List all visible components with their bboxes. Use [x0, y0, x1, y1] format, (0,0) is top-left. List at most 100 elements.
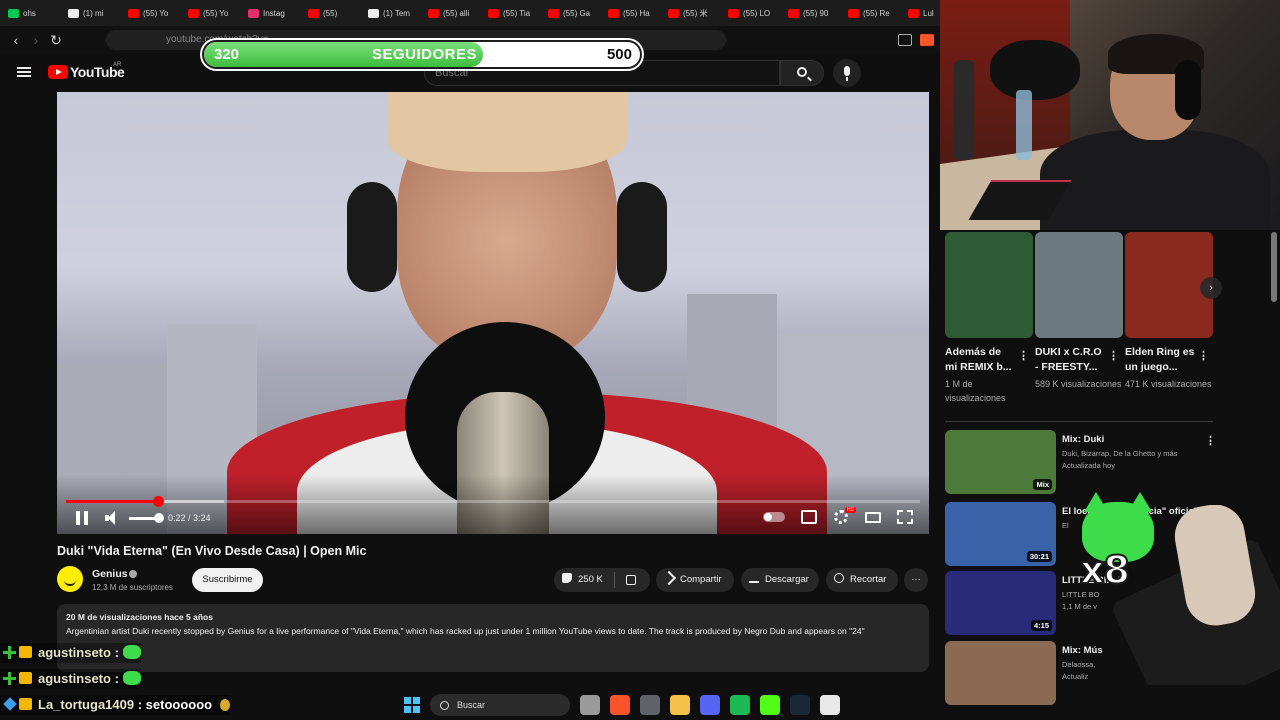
thumbs-down-icon[interactable] — [626, 575, 636, 585]
more-vert-icon[interactable]: ⋮ — [1198, 349, 1209, 362]
autoplay-toggle-icon[interactable] — [763, 512, 785, 522]
browser-tab[interactable]: Lul — [900, 0, 940, 26]
short-thumbnail[interactable] — [1035, 232, 1123, 338]
clip-button[interactable]: Recortar — [826, 568, 898, 592]
more-vert-icon[interactable]: ⋮ — [1205, 434, 1216, 447]
volume-slider[interactable] — [129, 513, 164, 523]
short-title[interactable]: Además de mi REMIX b... — [945, 345, 1015, 375]
tab-label: (55) Tia — [503, 8, 531, 18]
browser-tab[interactable]: (55) Tia — [480, 0, 540, 26]
tab-label: (55) Yo — [143, 8, 169, 18]
search-button[interactable] — [780, 60, 824, 86]
taskbar-search[interactable]: Buscar — [430, 694, 570, 716]
short-title[interactable]: DUKI x C.R.O - FREESTY... — [1035, 345, 1105, 375]
fullscreen-icon[interactable] — [897, 510, 913, 524]
browser-tab[interactable]: (55) alli — [420, 0, 480, 26]
forward-icon[interactable]: › — [26, 30, 46, 50]
video-thumbnail[interactable]: 4:15 — [945, 571, 1056, 635]
theater-mode-icon[interactable] — [865, 512, 881, 523]
screen: ohs (1) mi (55) Yo (55) Yo Instag (55) (1) Tem… — [0, 0, 1280, 720]
plus-badge-icon — [3, 672, 16, 685]
duration-badge: 4:15 — [1030, 620, 1052, 631]
tab-favicon-icon — [188, 8, 199, 18]
duration-badge: 30:21 — [1026, 551, 1052, 562]
hamburger-menu-icon[interactable] — [17, 67, 31, 77]
microphone-icon — [844, 66, 850, 81]
browser-tab[interactable]: Instag — [240, 0, 300, 26]
shorts-shelf: Además de mi REMIX b... ⋮ 1 M de visualiza… — [945, 232, 1215, 412]
browser-tab[interactable]: (55) Re — [840, 0, 900, 26]
chat-text: : — [114, 645, 119, 660]
subscribe-button[interactable]: Suscribirme — [192, 568, 263, 592]
short-card[interactable]: DUKI x C.R.O - FREESTY... ⋮ 589 K visualiz… — [1035, 232, 1123, 389]
search-icon — [797, 67, 807, 77]
video-thumbnail[interactable]: Mix — [945, 430, 1056, 494]
short-card[interactable]: Además de mi REMIX b... ⋮ 1 M de visualiza… — [945, 232, 1033, 403]
tab-label: (55) alli — [443, 8, 470, 18]
browser-tab[interactable]: (1) mi — [60, 0, 120, 26]
tab-favicon-icon — [68, 8, 79, 18]
reload-icon[interactable]: ↻ — [46, 30, 66, 50]
tab-favicon-icon — [128, 8, 139, 18]
back-icon[interactable]: ‹ — [6, 30, 26, 50]
crown-badge-icon — [19, 646, 32, 658]
share-label: Compartir — [680, 574, 722, 585]
country-code: AR — [113, 62, 122, 68]
steam-icon[interactable] — [790, 695, 810, 715]
more-vert-icon[interactable]: ⋮ — [1108, 349, 1119, 362]
browser-tab[interactable]: (55) 米 — [660, 0, 720, 26]
subtitles-icon[interactable] — [801, 510, 817, 524]
recommended-title[interactable]: Mix: Duki — [1062, 433, 1200, 446]
windows-start-icon[interactable] — [404, 697, 420, 713]
cast-icon[interactable] — [898, 34, 912, 46]
video-player[interactable]: 0:22 / 3:24 HD — [57, 92, 929, 534]
youtube-logo-icon[interactable] — [48, 65, 68, 79]
chevron-right-icon[interactable]: › — [1200, 277, 1222, 299]
browser-tab[interactable]: (55) Ha — [600, 0, 660, 26]
chat-message: agustinseto : — [0, 643, 141, 663]
follower-goal-bar: 320 SEGUIDORES 500 — [202, 40, 642, 69]
chrome-like-icon[interactable] — [640, 695, 660, 715]
tab-favicon-icon — [908, 8, 919, 18]
kick-icon[interactable] — [760, 695, 780, 715]
goal-target: 500 — [606, 46, 632, 63]
tab-favicon-icon — [548, 8, 559, 18]
folder-icon[interactable] — [670, 695, 690, 715]
discord-icon[interactable] — [700, 695, 720, 715]
video-thumbnail[interactable]: 30:21 — [945, 502, 1056, 566]
browser-tab[interactable]: (55) Ga — [540, 0, 600, 26]
scrollbar[interactable] — [1271, 232, 1277, 302]
volume-icon[interactable] — [105, 511, 119, 525]
browser-tab[interactable]: (55) Yo — [180, 0, 240, 26]
browser-tab[interactable]: (55) LO — [720, 0, 780, 26]
browser-tab[interactable]: (55) — [300, 0, 360, 26]
channel-avatar[interactable] — [57, 566, 83, 592]
seek-bar[interactable] — [66, 496, 920, 507]
calendar-icon[interactable] — [820, 695, 840, 715]
channel-name[interactable]: Genius — [92, 568, 128, 580]
file-explorer-multitask-icon[interactable] — [580, 695, 600, 715]
share-button[interactable]: Compartir — [656, 568, 734, 592]
browser-tab[interactable]: (1) Tem — [360, 0, 420, 26]
tab-favicon-icon — [248, 8, 259, 18]
download-button[interactable]: Descargar — [741, 568, 819, 592]
tab-favicon-icon — [788, 8, 799, 18]
tab-label: (55) Re — [863, 8, 890, 18]
browser-tab[interactable]: ohs — [0, 0, 60, 26]
spotify-icon[interactable] — [730, 695, 750, 715]
browser-tab[interactable]: (55) Yo — [120, 0, 180, 26]
goal-current: 320 — [214, 46, 240, 63]
browser-tab[interactable]: (55) 90 — [780, 0, 840, 26]
short-thumbnail[interactable] — [945, 232, 1033, 338]
goal-label: SEGUIDORES — [372, 46, 478, 63]
more-vert-icon[interactable]: ⋮ — [1018, 349, 1029, 362]
tab-favicon-icon — [8, 8, 19, 18]
tab-label: (55) Yo — [203, 8, 229, 18]
more-actions-button[interactable]: ··· — [904, 568, 928, 592]
brave-icon[interactable] — [610, 695, 630, 715]
voice-search-button[interactable] — [833, 59, 861, 87]
brave-shield-icon[interactable] — [920, 34, 934, 46]
cat-emote-icon — [122, 671, 141, 685]
short-title[interactable]: Elden Ring es un juego... — [1125, 345, 1195, 375]
pause-icon[interactable] — [76, 511, 88, 525]
